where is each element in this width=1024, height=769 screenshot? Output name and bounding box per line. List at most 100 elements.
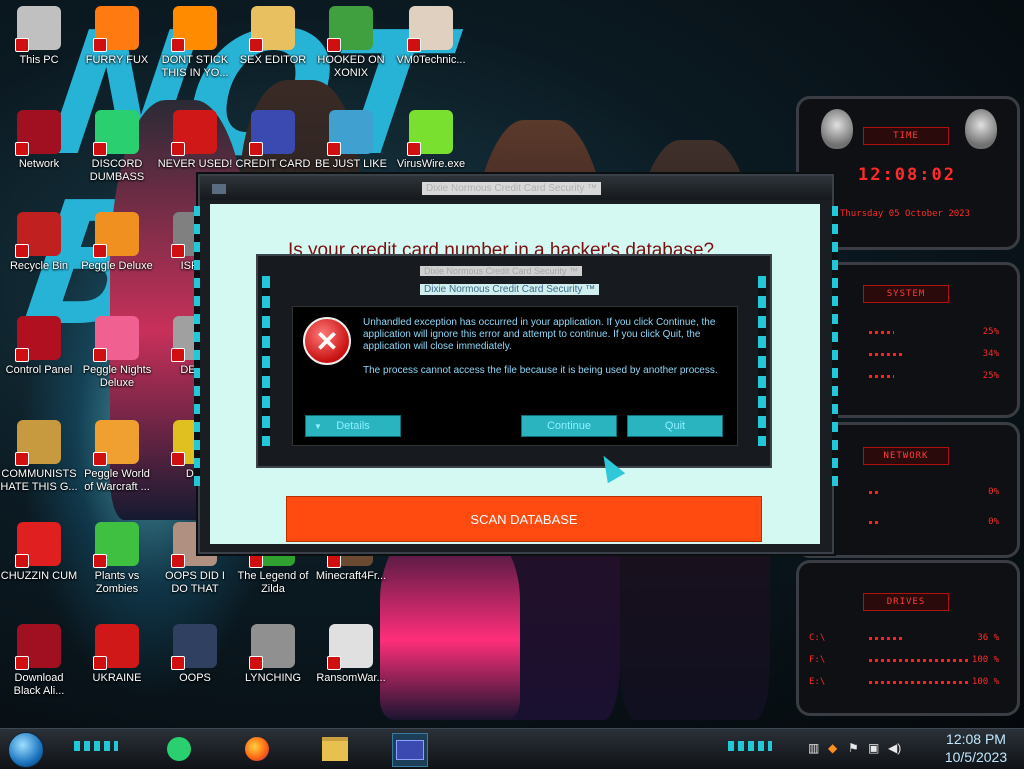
desktop-icon[interactable]: VM0Technic... xyxy=(392,6,470,67)
flag-icon[interactable]: ⚑ xyxy=(848,741,859,755)
money-bag-icon xyxy=(15,420,61,466)
desktop-icon[interactable]: Recycle Bin xyxy=(0,212,78,273)
gadget-row-bar xyxy=(869,681,969,684)
desktop-icon[interactable]: CREDIT CARD xyxy=(234,110,312,171)
desktop-icon-label: COMMUNISTS HATE THIS G... xyxy=(0,468,78,493)
desktop-icon[interactable]: DISCORD DUMBASS xyxy=(78,110,156,184)
desktop-icon-label: Peggle Deluxe xyxy=(81,260,153,272)
gadget-row-bar xyxy=(869,353,903,356)
desktop-icon-label: NEVER USED! xyxy=(157,158,233,170)
recycle-bin-icon xyxy=(15,212,61,258)
system-gadget-header: SYSTEM xyxy=(863,285,949,303)
scan-database-button[interactable]: SCAN DATABASE xyxy=(286,496,762,542)
network-icon[interactable]: ▣ xyxy=(868,741,879,755)
taskbar-clock[interactable]: 12:08 PM xyxy=(934,731,1018,747)
peggle-icon xyxy=(93,212,139,258)
desktop-icon-label: SEX EDITOR xyxy=(239,54,307,66)
details-button[interactable]: ▼ Details xyxy=(305,415,401,437)
desktop-icon-label: Minecraft4Fr... xyxy=(315,570,387,582)
desktop-icon[interactable]: UKRAINE xyxy=(78,624,156,685)
gadget-row-bar xyxy=(869,521,879,524)
taskbar-file-explorer-icon[interactable] xyxy=(318,733,352,765)
desktop-icon-label: Control Panel xyxy=(5,364,73,376)
window-titlebar[interactable]: Dixie Normous Credit Card Security ™ xyxy=(200,176,832,200)
shortcut-badge-icon xyxy=(93,452,107,466)
shortcut-badge-icon xyxy=(327,38,341,52)
desktop-icon[interactable]: VirusWire.exe xyxy=(392,110,470,171)
desktop-icon[interactable]: Peggle Deluxe xyxy=(78,212,156,273)
gadget-row: PU25% xyxy=(809,327,1005,339)
shortcut-badge-icon xyxy=(171,452,185,466)
shortcut-badge-icon xyxy=(407,38,421,52)
desktop-icon[interactable]: Plants vs Zombies xyxy=(78,522,156,596)
shortcut-badge-icon xyxy=(15,554,29,568)
tray-logo-icon[interactable]: ▥ xyxy=(808,741,819,755)
desktop-icon-label: UKRAINE xyxy=(92,672,142,684)
desktop-icon[interactable]: CHUZZIN CUM xyxy=(0,522,78,583)
shortcut-badge-icon xyxy=(15,656,29,670)
tray-app-icon[interactable]: ◆ xyxy=(828,741,837,755)
start-button[interactable] xyxy=(8,732,44,768)
desktop-icon-label: LYNCHING xyxy=(244,672,302,684)
desktop-icon-label: Download Black Ali... xyxy=(13,672,65,697)
drives-gadget[interactable]: DRIVES C:\ 36 % F:\ 100 % E:\ 100 % xyxy=(796,560,1020,716)
desktop-icon-label: Peggle Nights Deluxe xyxy=(82,364,152,389)
desktop-icon[interactable]: Download Black Ali... xyxy=(0,624,78,698)
taskbar-firefox-icon[interactable] xyxy=(240,733,274,765)
drives-gadget-header: DRIVES xyxy=(863,593,949,611)
volume-icon[interactable]: ◀) xyxy=(888,741,901,755)
desktop-icon[interactable]: Network xyxy=(0,110,78,171)
gadget-row-label: F:\ xyxy=(809,655,826,665)
desktop-icon-label: This PC xyxy=(19,54,59,66)
desktop-icon[interactable]: RansomWar... xyxy=(312,624,390,685)
gadget-row-bar xyxy=(869,491,879,494)
gadget-row: E:\ 100 % xyxy=(809,677,1005,689)
desktop-icon[interactable]: LYNCHING xyxy=(234,624,312,685)
desktop-icon[interactable]: SEX EDITOR xyxy=(234,6,312,67)
taskbar-date[interactable]: 10/5/2023 xyxy=(934,749,1018,765)
desktop-icon[interactable]: Control Panel xyxy=(0,316,78,377)
credit-card-icon xyxy=(249,110,295,156)
desktop-icon[interactable]: NEVER USED! xyxy=(156,110,234,171)
gadget-row: WAP25% xyxy=(809,371,1005,383)
desktop-icon[interactable]: This PC xyxy=(0,6,78,67)
taskbar-chat-app-icon[interactable] xyxy=(162,733,196,765)
peggle-wow-icon xyxy=(93,420,139,466)
desktop-icon[interactable]: OOPS xyxy=(156,624,234,685)
gadget-row-label: C:\ xyxy=(809,633,826,643)
shortcut-badge-icon xyxy=(327,554,341,568)
desktop-icon[interactable]: BE JUST LIKE xyxy=(312,110,390,171)
firefox-icon xyxy=(93,6,139,52)
app-window-icon xyxy=(171,624,217,670)
gadget-row-bar xyxy=(869,637,905,640)
taskbar-credit-card-app-icon[interactable] xyxy=(392,733,428,767)
network-gadget-header: NETWORK xyxy=(863,447,949,465)
shortcut-badge-icon xyxy=(327,656,341,670)
window-side-lights xyxy=(194,206,200,486)
desktop-icon-label: Plants vs Zombies xyxy=(94,570,140,595)
quit-button[interactable]: Quit xyxy=(627,415,723,437)
error-dialog[interactable]: Dixie Normous Credit Card Security ™ Dix… xyxy=(256,254,772,468)
system-tray: ▥ ◆ ⚑ ▣ ◀) 12:08 PM 10/5/2023 xyxy=(798,729,1018,769)
desktop-icon[interactable]: COMMUNISTS HATE THIS G... xyxy=(0,420,78,494)
computer-icon xyxy=(15,6,61,52)
desktop-icon[interactable]: DONT STICK THIS IN YO... xyxy=(156,6,234,80)
desktop-icon-label: Recycle Bin xyxy=(9,260,69,272)
shortcut-badge-icon xyxy=(93,142,107,156)
desktop-icon[interactable]: Peggle Nights Deluxe xyxy=(78,316,156,390)
shortcut-badge-icon xyxy=(327,142,341,156)
desktop-icon[interactable]: Peggle World of Warcraft ... xyxy=(78,420,156,494)
taskbar: ▥ ◆ ⚑ ▣ ◀) 12:08 PM 10/5/2023 xyxy=(0,728,1024,769)
desktop-icon[interactable]: HOOKED ON XONIX xyxy=(312,6,390,80)
desktop-icon[interactable]: FURRY FUX xyxy=(78,6,156,67)
desktop-icon-label: CREDIT CARD xyxy=(235,158,311,170)
desktop-icon-label: FURRY FUX xyxy=(85,54,149,66)
gadget-row-value: 34% xyxy=(982,349,999,359)
continue-button[interactable]: Continue xyxy=(521,415,617,437)
alien-network-icon xyxy=(15,110,61,156)
details-label: Details xyxy=(336,420,370,432)
window-app-icon xyxy=(212,184,226,194)
skull-icon xyxy=(327,624,373,670)
dialog-side-lights xyxy=(262,276,270,446)
lynching-icon xyxy=(249,624,295,670)
